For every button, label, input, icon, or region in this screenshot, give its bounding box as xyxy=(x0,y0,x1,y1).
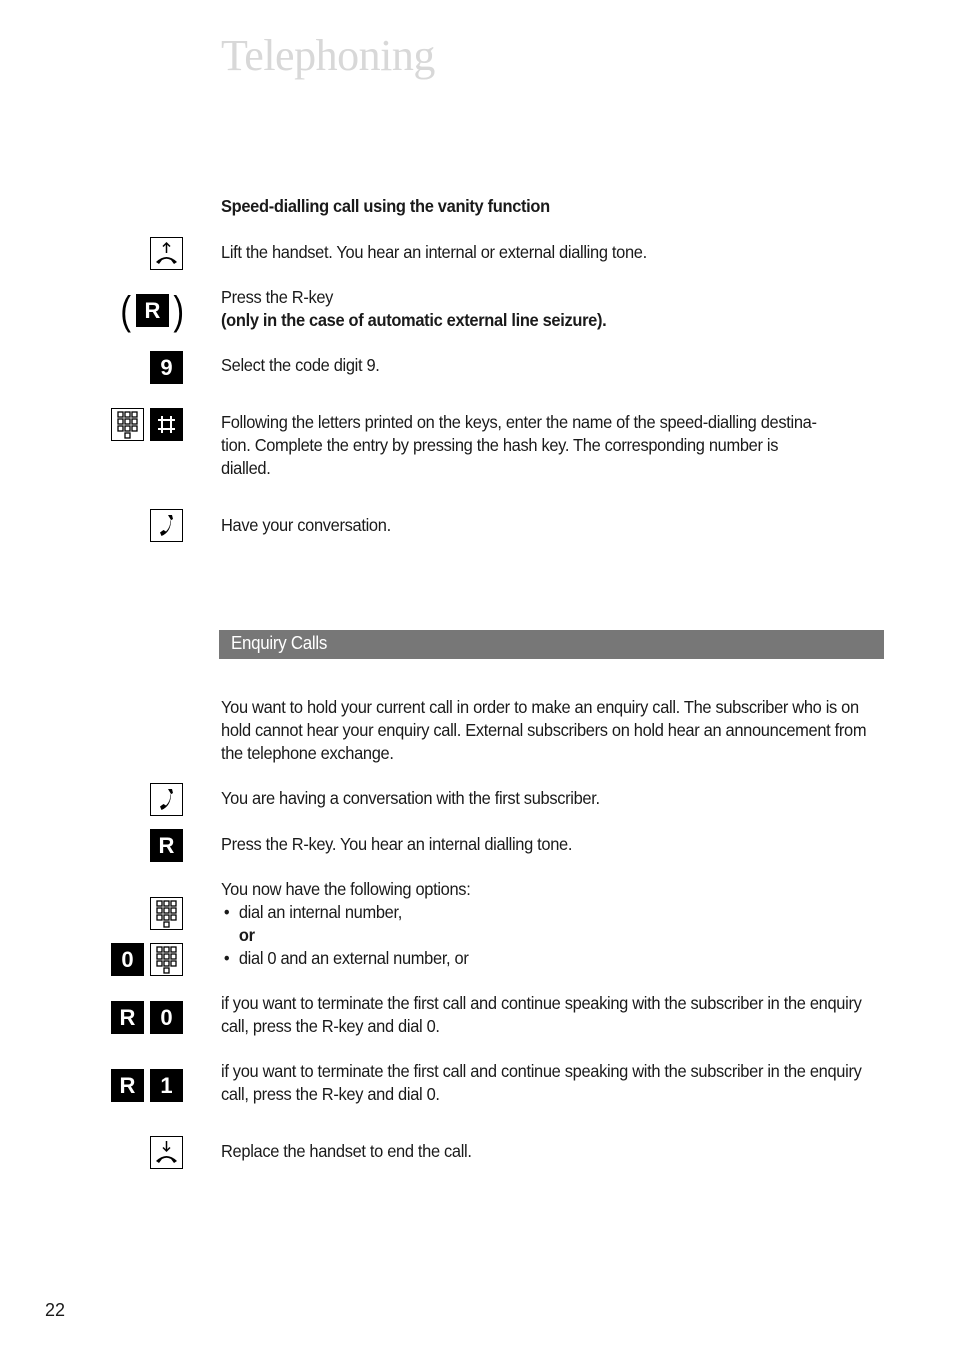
speed-dialling-heading: Speed-dialling call using the vanity fun… xyxy=(221,196,550,216)
step-select-digit-text: Select the code digit 9. xyxy=(221,355,380,375)
options-block: You now have the following options: • di… xyxy=(221,878,887,970)
digit-0-key-icon: 0 xyxy=(111,943,144,976)
lift-handset-icon xyxy=(150,237,183,270)
step-r-key-text: Press the R-key (only in the case of aut… xyxy=(221,286,887,332)
option-internal-text: dial an internal number, xyxy=(238,902,402,922)
r-key-icon: R xyxy=(150,829,183,862)
digit-0-key-icon: 0 xyxy=(150,1001,183,1034)
bullet: • xyxy=(223,902,230,922)
r-key-icon: R xyxy=(111,1001,144,1034)
step-r-key-line2: (only in the case of automatic external … xyxy=(221,310,607,330)
section-header-enquiry-calls: Enquiry Calls xyxy=(219,630,884,659)
digit-9-key-icon: 9 xyxy=(150,351,183,384)
step-r-key-line1: Press the R-key xyxy=(221,287,334,307)
close-paren: ) xyxy=(173,289,184,333)
replace-handset-icon xyxy=(150,1136,183,1169)
option-external: • dial 0 and an external number, or xyxy=(221,947,887,970)
step-enter-name-text: Following the letters printed on the key… xyxy=(221,411,887,480)
end-call-text: Replace the handset to end the call. xyxy=(221,1141,472,1161)
page-number: 22 xyxy=(45,1300,66,1320)
conversation-handset-icon xyxy=(150,509,183,542)
conversation-handset-icon xyxy=(150,783,183,816)
step-conversation-text: Have your conversation. xyxy=(221,515,391,535)
terminate-r0-text: if you want to terminate the first call … xyxy=(221,993,862,1036)
step-enter-name-line1: Following the letters printed on the key… xyxy=(221,412,817,432)
keypad-icon xyxy=(111,408,144,441)
keypad-icon xyxy=(150,943,183,976)
r-key-icon: R xyxy=(111,1069,144,1102)
option-external-text: dial 0 and an external number, or xyxy=(238,948,469,968)
enquiry-step-conversation-text: You are having a conversation with the f… xyxy=(221,788,600,808)
step-enter-name-line2: tion. Complete the entry by pressing the… xyxy=(221,435,779,455)
enquiry-step-r-key-text: Press the R-key. You hear an internal di… xyxy=(221,834,573,854)
hash-key-icon xyxy=(150,408,183,441)
options-lead-text: You now have the following options: xyxy=(221,879,471,899)
keypad-icon xyxy=(150,897,183,930)
bullet: • xyxy=(223,948,230,968)
option-or-label: or xyxy=(238,925,255,945)
r-key-icon: R xyxy=(136,294,169,327)
section-title: Enquiry Calls xyxy=(231,633,328,653)
open-paren: ( xyxy=(120,289,131,333)
option-internal: • dial an internal number, xyxy=(221,901,887,924)
digit-1-key-icon: 1 xyxy=(150,1069,183,1102)
step-enter-name-line3: dialled. xyxy=(221,458,271,478)
enquiry-intro-text: You want to hold your current call in or… xyxy=(221,697,867,763)
terminate-r1-text: if you want to terminate the first call … xyxy=(221,1061,862,1104)
step-lift-handset-text: Lift the handset. You hear an internal o… xyxy=(221,242,647,262)
page-title: Telephoning xyxy=(221,31,435,80)
